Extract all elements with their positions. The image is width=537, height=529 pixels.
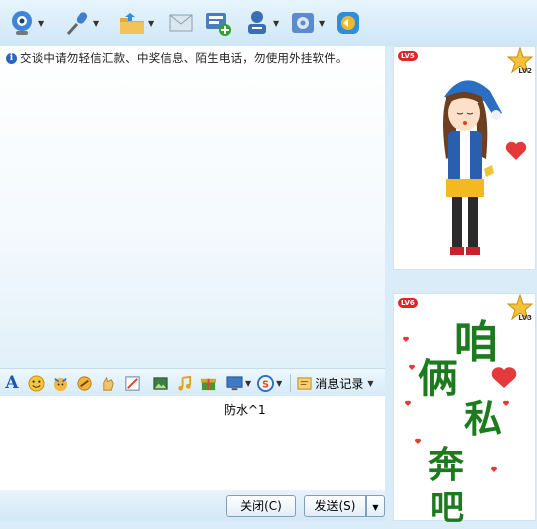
info-icon: i bbox=[6, 52, 17, 64]
music-icon[interactable] bbox=[175, 374, 193, 392]
avatar-figure bbox=[443, 80, 502, 255]
magic-emoji-icon[interactable] bbox=[51, 374, 69, 392]
microphone-icon bbox=[66, 12, 88, 36]
format-toolbar: A ▼ S ▼ 消息记录 ▼ bbox=[0, 368, 385, 397]
message-history-button[interactable]: 消息记录 ▼ bbox=[290, 374, 373, 392]
send-options-button[interactable]: ▼ bbox=[366, 495, 385, 517]
bottom-bar: 关闭(C) 发送(S) ▼ bbox=[0, 490, 385, 522]
app-launcher-icon bbox=[337, 12, 359, 34]
chevron-down-icon[interactable]: ▼ bbox=[276, 379, 282, 388]
security-notice: i 交谈中请勿轻信汇款、中奖信息、陌生电话，勿使用外挂软件。 bbox=[6, 50, 348, 66]
level-badge: LV5 bbox=[398, 51, 418, 61]
file-transfer-button[interactable]: ▼ bbox=[118, 8, 154, 38]
hearts-decoration bbox=[402, 336, 517, 472]
emoji-icon[interactable] bbox=[27, 374, 45, 392]
gift-icon[interactable] bbox=[199, 374, 217, 392]
chat-history[interactable]: i 交谈中请勿轻信汇款、中奖信息、陌生电话，勿使用外挂软件。 bbox=[0, 46, 385, 368]
chevron-down-icon: ▼ bbox=[148, 18, 155, 28]
chevron-down-icon: ▼ bbox=[38, 18, 45, 28]
app-launcher-button[interactable] bbox=[334, 8, 362, 38]
webcam-icon bbox=[12, 11, 32, 35]
contact-card-icon bbox=[248, 11, 266, 34]
shake-icon[interactable] bbox=[75, 374, 93, 392]
screen-share-icon[interactable] bbox=[225, 374, 243, 392]
level-badge-text: LV5 bbox=[401, 52, 415, 60]
message-input[interactable]: 防水^1 bbox=[0, 396, 385, 490]
mail-button[interactable] bbox=[167, 8, 195, 38]
settings-icon bbox=[292, 13, 314, 33]
svg-text:S: S bbox=[262, 379, 269, 390]
chevron-down-icon[interactable]: ▼ bbox=[245, 379, 251, 388]
search-engine-icon[interactable]: S bbox=[256, 374, 274, 392]
security-notice-text: 交谈中请勿轻信汇款、中奖信息、陌生电话，勿使用外挂软件。 bbox=[20, 51, 348, 65]
settings-button[interactable]: ▼ bbox=[289, 8, 325, 38]
font-icon[interactable]: A bbox=[3, 373, 21, 393]
chevron-down-icon: ▼ bbox=[319, 18, 326, 28]
chevron-down-icon: ▼ bbox=[372, 503, 379, 512]
chevron-down-icon: ▼ bbox=[367, 378, 374, 388]
message-history-label: 消息记录 bbox=[315, 376, 364, 391]
chevron-down-icon: ▼ bbox=[273, 18, 280, 28]
history-icon bbox=[297, 376, 312, 390]
message-input-text: 防水^1 bbox=[224, 403, 266, 417]
friend-show-panel[interactable]: LV6 LV3 咱 俩 私 奔 吧 bbox=[393, 293, 536, 528]
screenshot-icon[interactable] bbox=[123, 374, 141, 392]
image-icon[interactable] bbox=[151, 374, 169, 392]
webcam-button[interactable]: ▼ bbox=[8, 8, 44, 38]
add-group-button[interactable] bbox=[204, 8, 232, 38]
my-show-panel[interactable]: LV5 LV2 bbox=[393, 46, 536, 270]
add-group-icon bbox=[206, 13, 231, 36]
close-button[interactable]: 关闭(C) bbox=[226, 495, 296, 517]
folder-transfer-icon bbox=[120, 13, 144, 34]
send-button[interactable]: 发送(S) bbox=[304, 495, 366, 517]
top-toolbar: ▼ ▼ ▼ ▼ ▼ bbox=[0, 0, 537, 46]
heart-icon bbox=[505, 141, 527, 160]
contact-button[interactable]: ▼ bbox=[243, 8, 279, 38]
mail-icon bbox=[169, 14, 193, 32]
voice-button[interactable]: ▼ bbox=[63, 8, 99, 38]
sidebar: LV5 LV2 LV6 LV3 咱 俩 私 奔 吧 bbox=[385, 46, 537, 528]
hand-gesture-icon[interactable] bbox=[99, 374, 117, 392]
star-level-text: LV2 bbox=[518, 67, 532, 75]
chevron-down-icon: ▼ bbox=[93, 18, 100, 28]
